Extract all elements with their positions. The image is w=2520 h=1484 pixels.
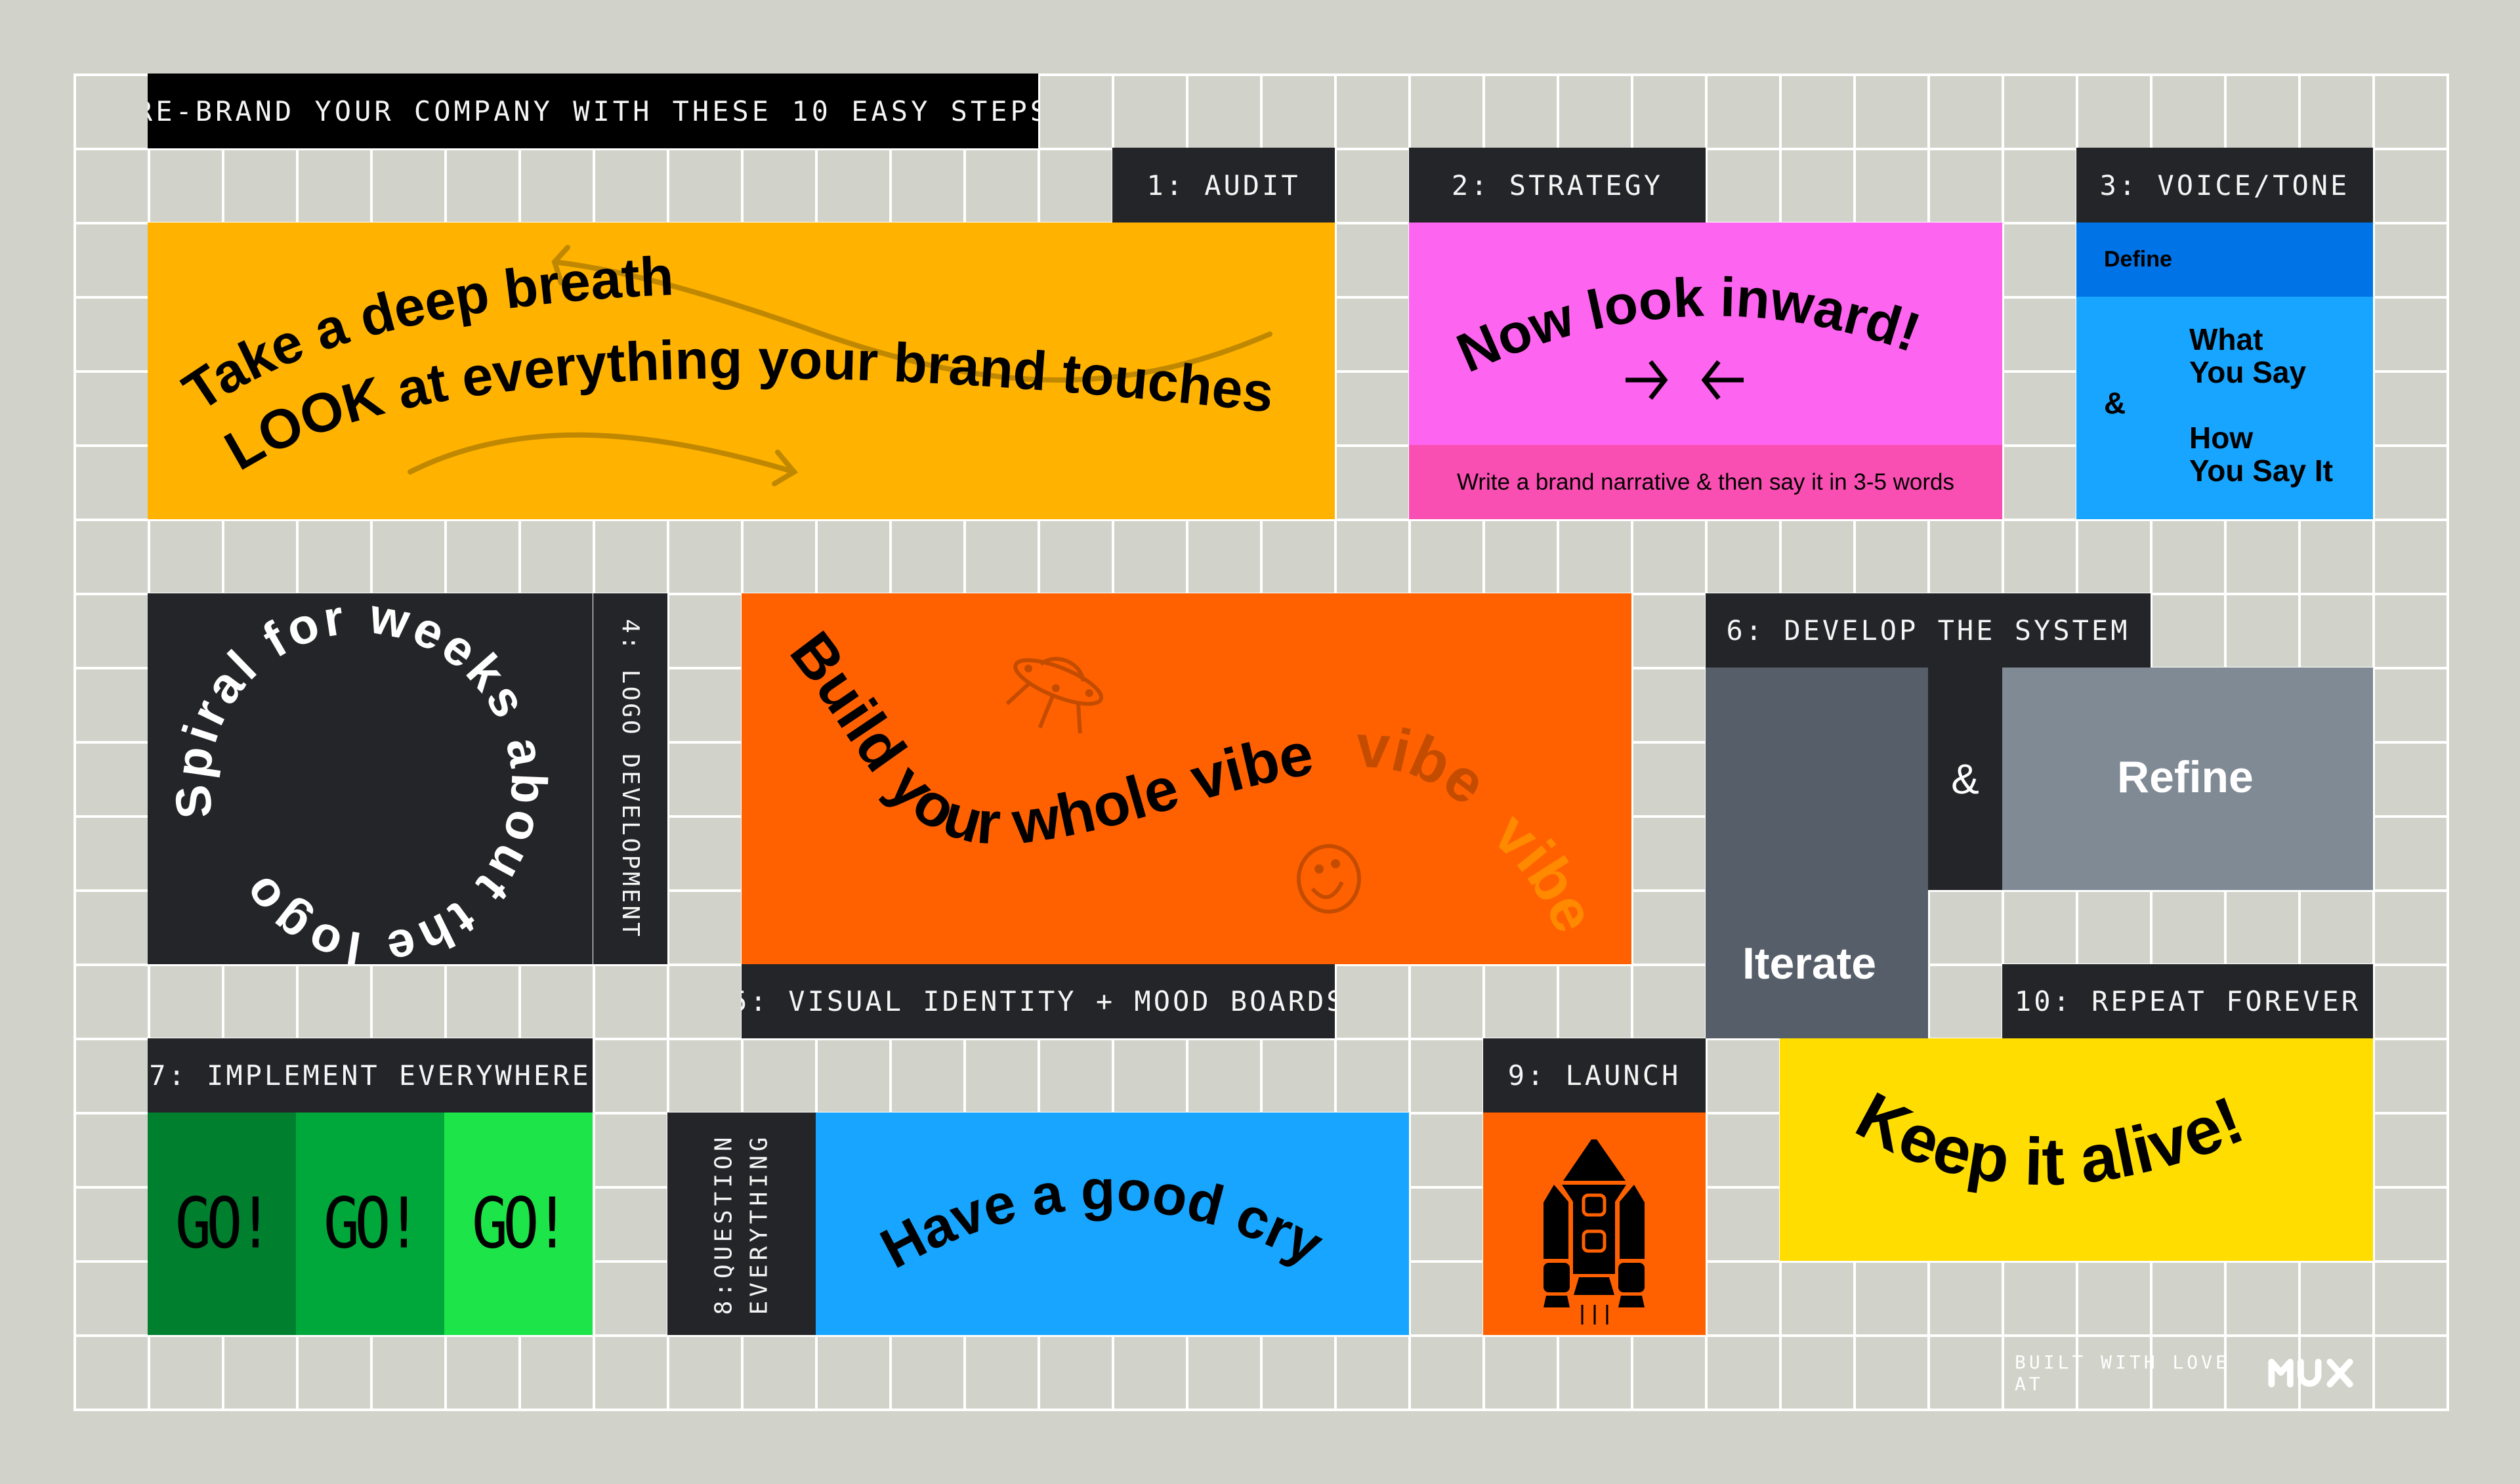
step-8-label-line-2: EVERYTHING <box>746 1133 772 1315</box>
step-1-label-text: 1: AUDIT <box>1146 169 1301 201</box>
step-4-label-text: 4: LOGO DEVELOPMENT <box>617 618 644 939</box>
step-3-label: 3: VOICE/TONE <box>2076 148 2373 223</box>
step-8-label-line-1: 8:QUESTION <box>710 1133 737 1315</box>
mux-logo[interactable] <box>2268 1357 2356 1389</box>
step-9-label: 9: LAUNCH <box>1483 1038 1706 1113</box>
strategy-art: Now look inward! <box>1448 266 1928 400</box>
arrows-inward-icon <box>1626 360 1744 400</box>
vibe-echo-1: vibe <box>1354 713 1498 818</box>
step-5-label: 5: VISUAL IDENTITY + MOOD BOARDS <box>742 964 1335 1038</box>
visual-headline: Build your whole vibe <box>778 620 1318 857</box>
go-card-3: GO! <box>444 1113 593 1335</box>
smiley-icon <box>1297 844 1361 914</box>
arrow-forward-icon <box>408 432 797 475</box>
footer: BUILT WITH LOVE AT <box>2015 1353 2356 1393</box>
go-card-2: GO! <box>296 1113 444 1335</box>
step-2-label: 2: STRATEGY <box>1409 148 1706 223</box>
step-6-label: 6: DEVELOP THE SYSTEM <box>1706 593 2151 668</box>
iterate-text: Iterate <box>1742 939 1877 988</box>
go-text-1: GO! <box>175 1183 274 1265</box>
audit-card: Take a deep breath LOOK at everything yo… <box>148 223 1335 519</box>
repeat-headline: Keep it alive! <box>1845 1078 2254 1199</box>
repeat-art: Keep it alive! <box>1845 1078 2254 1199</box>
step-6-label-text: 6: DEVELOP THE SYSTEM <box>1726 614 2130 647</box>
audit-art: Take a deep breath LOOK at everything yo… <box>172 245 1276 486</box>
logo-card: Spiral for weeks about the logo <box>148 593 593 964</box>
question-card: Have a good cry <box>816 1113 1409 1335</box>
iterate-card: Iterate <box>1706 668 1928 1038</box>
page-title: RE-BRAND YOUR COMPANY WITH THESE 10 EASY… <box>148 74 1038 148</box>
spiral-art: Spiral for weeks about the logo <box>164 593 556 964</box>
go-text-2: GO! <box>323 1183 422 1265</box>
step-7-label: 7: IMPLEMENT EVERYWHERE <box>148 1038 593 1113</box>
rocket-icon <box>1544 1139 1645 1325</box>
step-3-label-text: 3: VOICE/TONE <box>2099 169 2350 201</box>
voice-what-1: What <box>2189 322 2263 356</box>
go-card-1: GO! <box>148 1113 296 1335</box>
system-ampersand: & <box>1951 755 1979 803</box>
step-1-label: 1: AUDIT <box>1112 148 1335 223</box>
refine-card: Refine <box>2002 668 2373 890</box>
vibe-art: Build your whole vibe vibe vibe <box>778 620 1608 942</box>
voice-ampersand: & <box>2104 386 2126 420</box>
spiral-text: Spiral for weeks about the logo <box>164 593 556 964</box>
voice-what-2: You Say <box>2189 355 2307 389</box>
strategy-footer: Write a brand narrative & then say it in… <box>1409 445 2002 519</box>
step-5-label-text: 5: VISUAL IDENTITY + MOOD BOARDS <box>742 985 1335 1017</box>
refine-text: Refine <box>2117 752 2254 802</box>
repeat-card: Keep it alive! <box>1780 1038 2373 1261</box>
question-headline: Have a good cry <box>871 1158 1333 1281</box>
step-10-label-text: 10: REPEAT FOREVER <box>2014 985 2361 1017</box>
step-4-label: 4: LOGO DEVELOPMENT <box>593 593 667 964</box>
launch-card <box>1483 1113 1706 1335</box>
page-title-text: RE-BRAND YOUR COMPANY WITH THESE 10 EASY… <box>148 95 1038 127</box>
voice-how-2: You Say It <box>2189 454 2333 488</box>
strategy-headline: Now look inward! <box>1448 266 1928 384</box>
strategy-card: Now look inward! <box>1409 223 2002 445</box>
ufo-icon <box>1005 656 1104 734</box>
step-9-label-text: 9: LAUNCH <box>1507 1059 1681 1092</box>
system-amp: & <box>1928 668 2002 890</box>
question-art: Have a good cry <box>871 1158 1333 1281</box>
vibe-echo-2: vibe <box>1481 799 1608 942</box>
voice-define: Define <box>2076 223 2373 297</box>
go-text-3: GO! <box>471 1183 570 1265</box>
voice-how-1: How <box>2189 421 2254 455</box>
strategy-footer-text: Write a brand narrative & then say it in… <box>1456 469 1955 495</box>
footer-text: BUILT WITH LOVE AT <box>2015 1353 2230 1393</box>
visual-card: Build your whole vibe vibe vibe <box>742 593 1631 964</box>
step-10-label: 10: REPEAT FOREVER <box>2002 964 2373 1038</box>
step-2-label-text: 2: STRATEGY <box>1451 169 1664 201</box>
step-7-label-text: 7: IMPLEMENT EVERYWHERE <box>149 1059 591 1092</box>
step-8-label: 8:QUESTION EVERYTHING <box>667 1113 816 1335</box>
voice-card: What You Say & How You Say It <box>2076 297 2373 519</box>
voice-define-text: Define <box>2104 247 2172 272</box>
